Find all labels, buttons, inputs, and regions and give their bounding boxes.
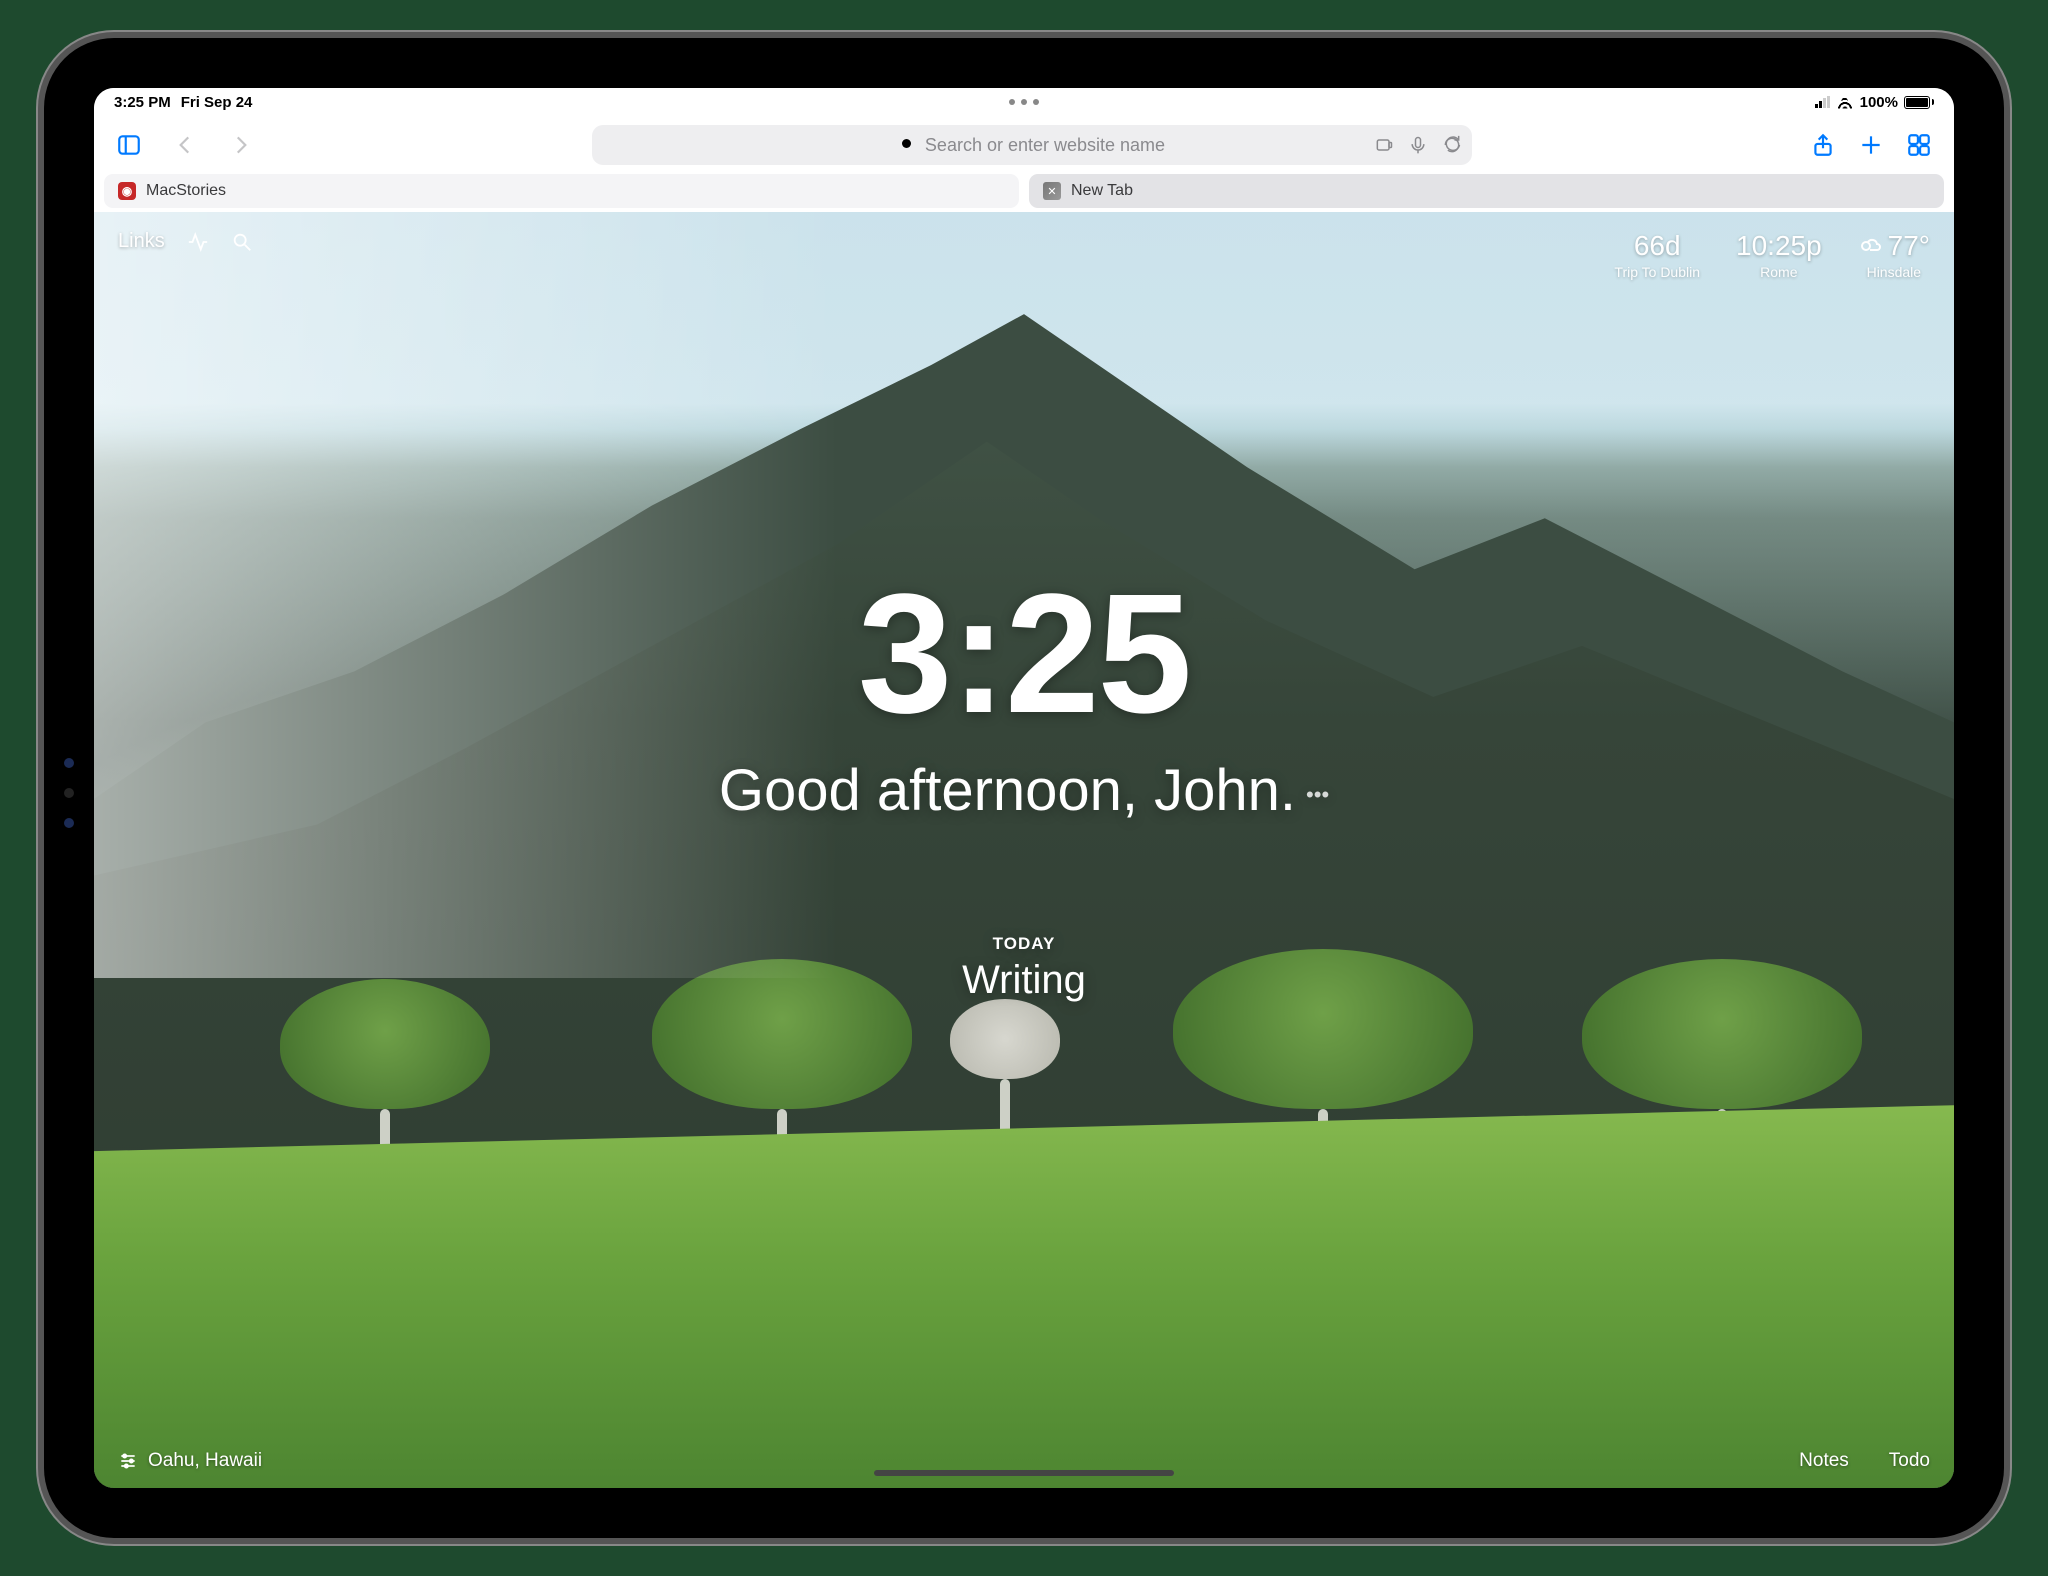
ipad-frame: 3:25 PM Fri Sep 24 100% (44, 38, 2004, 1538)
back-button[interactable] (166, 126, 204, 164)
greeting: Good afternoon, John.••• (94, 757, 1954, 824)
new-tab-button[interactable] (1852, 126, 1890, 164)
multitasking-icon[interactable] (1009, 99, 1039, 105)
forward-button[interactable] (222, 126, 260, 164)
status-date: Fri Sep 24 (181, 94, 253, 111)
momentum-page: Links 66d Trip To Dublin 10:25p Rome (94, 212, 1954, 1488)
favicon-macstories: ◉ (118, 182, 136, 200)
links-button[interactable]: Links (118, 230, 165, 253)
tab-strip: ◉ MacStories New Tab (94, 174, 1954, 212)
cellular-icon (1815, 96, 1830, 108)
status-bar: 3:25 PM Fri Sep 24 100% (94, 88, 1954, 116)
search-icon (899, 136, 917, 154)
tab-label: New Tab (1071, 182, 1133, 200)
tab-overview-button[interactable] (1900, 126, 1938, 164)
focus-block[interactable]: TODAY Writing (94, 934, 1954, 1003)
tab-macstories[interactable]: ◉ MacStories (104, 174, 1019, 208)
voice-icon[interactable] (1408, 135, 1428, 155)
notes-button[interactable]: Notes (1799, 1450, 1849, 1472)
weather-widget[interactable]: 77° Hinsdale (1858, 230, 1930, 280)
activity-icon[interactable] (187, 231, 209, 253)
home-indicator[interactable] (874, 1470, 1174, 1476)
photo-location[interactable]: Oahu, Hawaii (118, 1450, 262, 1472)
screen: 3:25 PM Fri Sep 24 100% (94, 88, 1954, 1488)
more-icon[interactable]: ••• (1306, 782, 1329, 807)
status-time: 3:25 PM (114, 94, 171, 111)
clock: 3:25 (94, 569, 1954, 739)
extensions-icon[interactable] (1374, 135, 1394, 155)
wifi-icon (1836, 96, 1854, 109)
close-tab-icon[interactable] (1043, 182, 1061, 200)
address-placeholder: Search or enter website name (925, 135, 1165, 156)
countdown-widget[interactable]: 66d Trip To Dublin (1614, 230, 1700, 280)
battery-percent: 100% (1860, 94, 1898, 111)
battery-icon (1904, 96, 1934, 109)
tab-label: MacStories (146, 182, 226, 200)
weather-icon (1858, 234, 1882, 258)
camera-dot (64, 788, 74, 798)
safari-toolbar: Search or enter website name (94, 116, 1954, 174)
search-icon[interactable] (231, 231, 253, 253)
settings-icon[interactable] (118, 1451, 138, 1471)
sidebar-button[interactable] (110, 126, 148, 164)
address-bar[interactable]: Search or enter website name (592, 125, 1472, 165)
tab-new-tab[interactable]: New Tab (1029, 174, 1944, 208)
todo-button[interactable]: Todo (1889, 1450, 1930, 1472)
focus-task: Writing (94, 958, 1954, 1003)
world-clock-widget[interactable]: 10:25p Rome (1736, 230, 1822, 280)
share-button[interactable] (1804, 126, 1842, 164)
reload-icon[interactable] (1442, 135, 1462, 155)
focus-label: TODAY (94, 934, 1954, 954)
